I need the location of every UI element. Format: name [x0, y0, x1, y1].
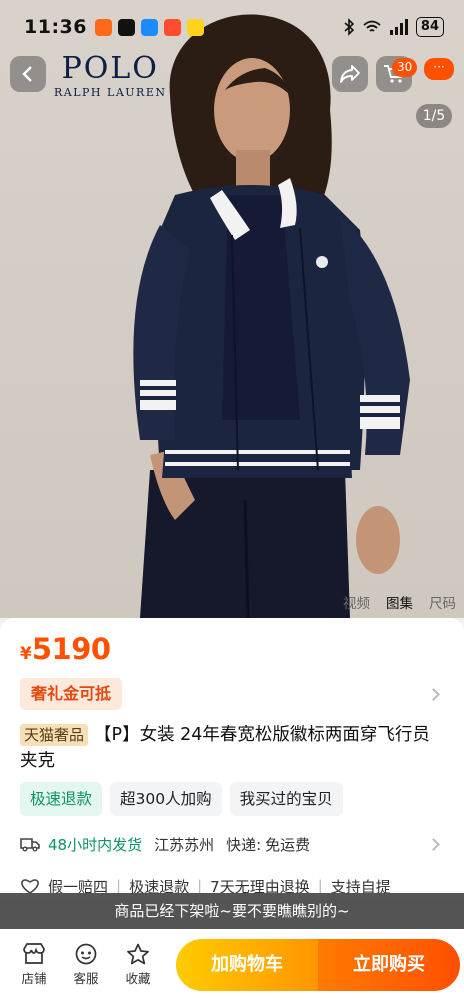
shipping-fee: 免运费	[265, 835, 311, 854]
brand-logo: POLO RALPH LAUREN	[54, 51, 167, 100]
share-button[interactable]	[332, 56, 368, 92]
luxury-voucher-tag[interactable]: 奢礼金可抵	[20, 678, 123, 710]
taobao-app-icon	[94, 18, 112, 36]
status-right: 84	[343, 17, 444, 37]
bottom-action-bar: 店铺 客服 收藏 加购物车 立即购买	[0, 929, 464, 1000]
wifi-icon	[363, 20, 381, 32]
battery-indicator: 84	[415, 17, 444, 37]
customer-service-label: 客服	[73, 970, 99, 986]
back-button[interactable]	[10, 56, 46, 92]
chip-cart-count[interactable]: 超300人加购	[110, 782, 222, 816]
favorite-button[interactable]: 收藏	[112, 943, 164, 987]
signal-icon	[389, 19, 408, 35]
tiktok-app-icon	[117, 18, 135, 36]
customer-service-icon	[75, 943, 97, 964]
chip-fast-refund[interactable]: 极速退款	[20, 782, 103, 816]
price: ¥5190	[20, 632, 111, 666]
tool-app-icon	[163, 18, 181, 36]
toast-message: 商品已经下架啦~要不要瞧瞧别的~	[0, 893, 464, 929]
brand-name: POLO	[61, 51, 159, 86]
feature-chips: 极速退款 超300人加购 我买过的宝贝	[20, 782, 343, 816]
store-button[interactable]: 店铺	[8, 942, 60, 987]
favorite-label: 收藏	[125, 970, 151, 986]
chevron-right-icon[interactable]	[427, 688, 440, 701]
cart-count-badge: 30	[392, 58, 418, 77]
camera-app-icon	[186, 18, 204, 36]
tab-size[interactable]: 尺码	[429, 592, 456, 612]
status-bar: 11:36 84	[0, 0, 464, 54]
tmall-luxury-tag: 天猫奢品	[20, 724, 89, 746]
store-icon	[23, 942, 45, 964]
tab-video[interactable]: 视频	[343, 592, 370, 612]
brand-sub: RALPH LAUREN	[54, 86, 167, 99]
buy-now-button[interactable]: 立即购买	[318, 938, 460, 991]
bluetooth-icon	[344, 18, 355, 36]
chevron-right-icon[interactable]	[427, 838, 440, 851]
chip-purchased-before[interactable]: 我买过的宝贝	[229, 782, 343, 816]
product-info-card: ¥5190 奢礼金可抵 天猫奢品 【P】女装 24年春宽松版徽标两面穿飞行员夹克 …	[0, 618, 464, 900]
image-pager: 1/5	[416, 104, 452, 128]
more-menu-button[interactable]: ···	[424, 58, 454, 80]
purchase-actions: 加购物车 立即购买	[176, 938, 460, 991]
star-icon	[127, 943, 149, 964]
price-currency: ¥	[20, 644, 32, 664]
product-image-gallery[interactable]: 11:36 84 POLO RALPH LAUREN 30 ··· 1/5 视频…	[0, 0, 464, 618]
tab-gallery[interactable]: 图集	[386, 592, 413, 612]
product-title-row: 天猫奢品 【P】女装 24年春宽松版徽标两面穿飞行员夹克	[20, 722, 440, 774]
add-to-cart-button[interactable]: 加购物车	[176, 938, 318, 991]
chevron-left-icon	[22, 66, 32, 82]
shipping-time: 48小时内发货	[48, 835, 143, 854]
share-icon	[340, 65, 360, 83]
truck-icon	[20, 838, 40, 852]
message-app-icon	[140, 18, 158, 36]
media-tabs: 视频 图集 尺码	[343, 592, 456, 612]
customer-service-button[interactable]: 客服	[60, 943, 112, 987]
shipping-row[interactable]: 48小时内发货 江苏苏州 快递: 免运费	[20, 832, 310, 856]
price-value: 5190	[31, 632, 111, 666]
status-app-icons	[94, 18, 204, 36]
store-label: 店铺	[21, 970, 47, 986]
shipping-label: 快递:	[226, 835, 262, 854]
shipping-origin: 江苏苏州	[154, 835, 215, 854]
status-time: 11:36	[24, 16, 87, 38]
